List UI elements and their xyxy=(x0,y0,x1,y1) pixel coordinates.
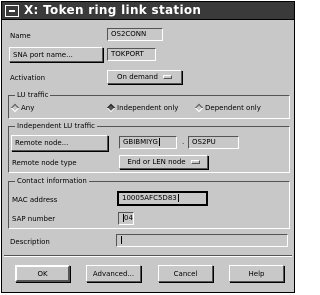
cancel-button[interactable]: Cancel xyxy=(158,265,213,282)
contact-information-title: Contact information xyxy=(15,177,89,185)
sap-number-label: SAP number xyxy=(12,215,56,223)
remote-node-type-selected: End or LEN node xyxy=(127,158,186,166)
name-label: Name xyxy=(10,32,31,40)
button-separator xyxy=(4,255,292,257)
sap-number-value: 04 xyxy=(124,214,133,222)
option-menu-indicator-icon xyxy=(162,75,172,79)
mac-address-field[interactable]: 10005AFC5D83 xyxy=(117,191,208,206)
window-menu-icon[interactable] xyxy=(5,5,19,17)
mac-address-label: MAC address xyxy=(12,196,58,204)
remote-node-type-label: Remote node type xyxy=(12,159,77,167)
dialog-window: X: Token ring link station Name OS2CONN … xyxy=(1,1,295,293)
description-label: Description xyxy=(10,238,50,246)
mac-address-value: 10005AFC5D83 xyxy=(122,194,177,202)
sna-port-name-button[interactable]: SNA port name... xyxy=(9,47,103,62)
advanced-button[interactable]: Advanced... xyxy=(86,265,141,282)
description-field[interactable] xyxy=(116,234,288,247)
lu-traffic-independent-radio[interactable]: Independent only xyxy=(106,103,179,113)
sna-port-name-field[interactable]: TOKPORT xyxy=(107,48,156,61)
remote-node-type-option-menu[interactable]: End or LEN node xyxy=(119,155,208,169)
lu-traffic-dependent-label: Dependent only xyxy=(205,104,261,112)
remote-node-network-value: GBIBMIYG xyxy=(123,138,158,146)
lu-traffic-any-radio[interactable]: Any xyxy=(10,103,35,113)
name-field[interactable]: OS2CONN xyxy=(107,28,163,41)
activation-selected: On demand xyxy=(117,73,158,81)
radio-diamond-icon xyxy=(10,103,20,113)
window-title: X: Token ring link station xyxy=(24,3,202,17)
ok-button[interactable]: OK xyxy=(15,265,70,282)
lu-traffic-any-label: Any xyxy=(21,104,35,112)
independent-lu-title: Independent LU traffic xyxy=(15,122,98,130)
radio-diamond-selected-icon xyxy=(106,103,116,113)
option-menu-indicator-icon xyxy=(190,160,200,164)
remote-node-network-field[interactable]: GBIBMIYG xyxy=(119,136,177,149)
sap-number-field[interactable]: 04 xyxy=(118,212,134,225)
radio-diamond-icon xyxy=(194,103,204,113)
text-cursor xyxy=(177,194,179,202)
activation-option-menu[interactable]: On demand xyxy=(107,70,182,84)
remote-node-name-field[interactable]: OS2PU xyxy=(188,136,239,149)
title-bar: X: Token ring link station xyxy=(2,2,294,20)
lu-traffic-independent-label: Independent only xyxy=(117,104,179,112)
help-button[interactable]: Help xyxy=(229,265,284,282)
text-cursor xyxy=(121,236,122,244)
lu-traffic-title: LU traffic xyxy=(15,91,51,99)
lu-traffic-dependent-radio[interactable]: Dependent only xyxy=(194,103,261,113)
remote-node-button[interactable]: Remote node... xyxy=(11,135,108,151)
remote-node-separator: . xyxy=(182,138,185,146)
text-cursor xyxy=(158,138,160,146)
activation-label: Activation xyxy=(10,74,46,82)
